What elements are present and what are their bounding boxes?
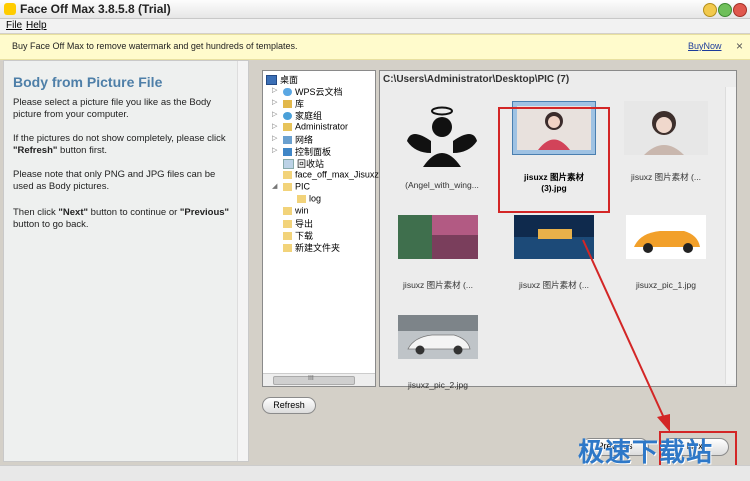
thumbnail-item[interactable]: jisuxz 图片素材 (...	[616, 101, 716, 183]
network-icon	[283, 135, 292, 144]
user-folder-icon	[283, 122, 292, 131]
night-city-photo-icon	[514, 215, 594, 259]
scroll-thumb[interactable]: III	[273, 375, 355, 385]
collapse-icon[interactable]: ◢	[272, 182, 277, 190]
thumbnail-caption: jisuxz 图片素材 (...	[403, 280, 473, 290]
buy-now-link[interactable]: BuyNow	[688, 41, 722, 51]
close-button[interactable]	[733, 3, 747, 17]
tree-item-wps-cloud[interactable]: ▷ WPS云文档	[272, 85, 343, 97]
menu-file[interactable]: File	[6, 20, 22, 31]
promo-banner: Buy Face Off Max to remove watermark and…	[0, 34, 750, 60]
tree-item-win[interactable]: win	[283, 205, 309, 217]
folder-icon	[283, 170, 292, 179]
tree-item-recycle-bin[interactable]: 回收站	[283, 157, 324, 169]
library-icon	[283, 99, 292, 108]
tree-item-export[interactable]: 导出	[283, 217, 313, 229]
folder-path: C:\Users\Administrator\Desktop\PIC (7)	[383, 74, 570, 85]
tree-horizontal-scrollbar[interactable]: III	[263, 373, 375, 386]
menu-help[interactable]: Help	[26, 20, 47, 31]
white-car-photo-icon	[398, 315, 478, 359]
expand-icon[interactable]: ▷	[272, 110, 277, 118]
folder-open-icon	[283, 182, 292, 191]
thumbnail-caption: jisuxz 图片素材 (...	[519, 280, 589, 290]
folder-icon	[283, 206, 292, 215]
tree-item-administrator[interactable]: ▷ Administrator	[272, 121, 348, 133]
control-panel-icon	[283, 147, 292, 156]
status-bar	[0, 465, 750, 481]
minimize-button[interactable]	[703, 3, 717, 17]
tree-item-face-off-folder[interactable]: face_off_max_Jisuxz	[283, 169, 379, 181]
homegroup-icon	[283, 111, 292, 120]
panel-title: Body from Picture File	[13, 74, 163, 90]
panel-scrollbar[interactable]	[237, 61, 248, 461]
tree-item-homegroup[interactable]: ▷ 家庭组	[272, 109, 322, 121]
thumbnail-item[interactable]: jisuxz 图片素材 (...	[504, 215, 604, 291]
app-icon	[4, 3, 16, 15]
angel-silhouette-icon	[407, 106, 477, 167]
tree-item-pic[interactable]: ◢ PIC	[272, 181, 310, 193]
tree-item-library[interactable]: ▷ 库	[272, 97, 304, 109]
tree-item-desktop[interactable]: 桌面	[266, 73, 298, 85]
folder-icon	[297, 194, 306, 203]
folder-icon	[283, 219, 292, 228]
title-bar: Face Off Max 3.8.5.8 (Trial)	[0, 0, 750, 19]
expand-icon[interactable]: ▷	[272, 134, 277, 142]
tree-item-log[interactable]: log	[297, 193, 321, 205]
folder-icon	[283, 231, 292, 240]
promo-text: Buy Face Off Max to remove watermark and…	[12, 41, 298, 51]
thumbnail-item[interactable]: (Angel_with_wing...	[392, 101, 492, 191]
tree-item-download[interactable]: 下载	[283, 229, 313, 241]
recycle-bin-icon	[283, 158, 294, 169]
close-promo-icon[interactable]: ×	[736, 39, 743, 53]
folder-tree: 桌面 ▷ WPS云文档 ▷ 库 ▷ 家庭组 ▷ Administrator ▷ …	[262, 70, 379, 387]
thumbnail-item[interactable]: jisuxz_pic_2.jpg	[388, 315, 488, 391]
window-title: Face Off Max 3.8.5.8 (Trial)	[20, 2, 171, 16]
portrait-photo-icon	[624, 101, 708, 155]
instruction-paragraph: Then click "Next" button to continue or …	[13, 207, 230, 230]
maximize-button[interactable]	[718, 3, 732, 17]
thumbnail-item[interactable]: jisuxz_pic_1.jpg	[616, 215, 716, 291]
desktop-icon	[266, 74, 277, 85]
landscape-photo-icon	[398, 215, 478, 259]
expand-icon[interactable]: ▷	[272, 146, 277, 154]
highlight-selected-thumbnail	[498, 107, 610, 213]
refresh-button[interactable]: Refresh	[262, 397, 316, 414]
instruction-paragraph: Please select a picture file you like as…	[13, 97, 212, 120]
instruction-paragraph: If the pictures do not show completely, …	[13, 133, 226, 156]
thumbnail-caption: jisuxz 图片素材 (...	[631, 172, 701, 182]
instruction-paragraph: Please note that only PNG and JPG files …	[13, 169, 216, 192]
thumbnail-caption: jisuxz_pic_1.jpg	[635, 280, 696, 290]
menu-bar: File Help	[0, 19, 750, 33]
expand-icon[interactable]: ▷	[272, 122, 277, 130]
orange-car-photo-icon	[626, 215, 706, 259]
gallery-vertical-scrollbar[interactable]	[725, 87, 736, 384]
expand-icon[interactable]: ▷	[272, 86, 277, 94]
thumbnail-item[interactable]: jisuxz 图片素材 (...	[388, 215, 488, 291]
cloud-icon	[283, 87, 292, 96]
instruction-panel: Body from Picture File Please select a p…	[3, 60, 249, 462]
tree-item-control-panel[interactable]: ▷ 控制面板	[272, 145, 331, 157]
thumbnail-caption: (Angel_with_wing...	[405, 180, 479, 190]
tree-item-network[interactable]: ▷ 网络	[272, 133, 313, 145]
tree-item-new-folder[interactable]: 新建文件夹	[283, 241, 340, 253]
thumbnail-caption: jisuxz_pic_2.jpg	[407, 380, 468, 390]
folder-icon	[283, 243, 292, 252]
site-watermark: 极速下载站	[578, 437, 714, 467]
expand-icon[interactable]: ▷	[272, 98, 277, 106]
